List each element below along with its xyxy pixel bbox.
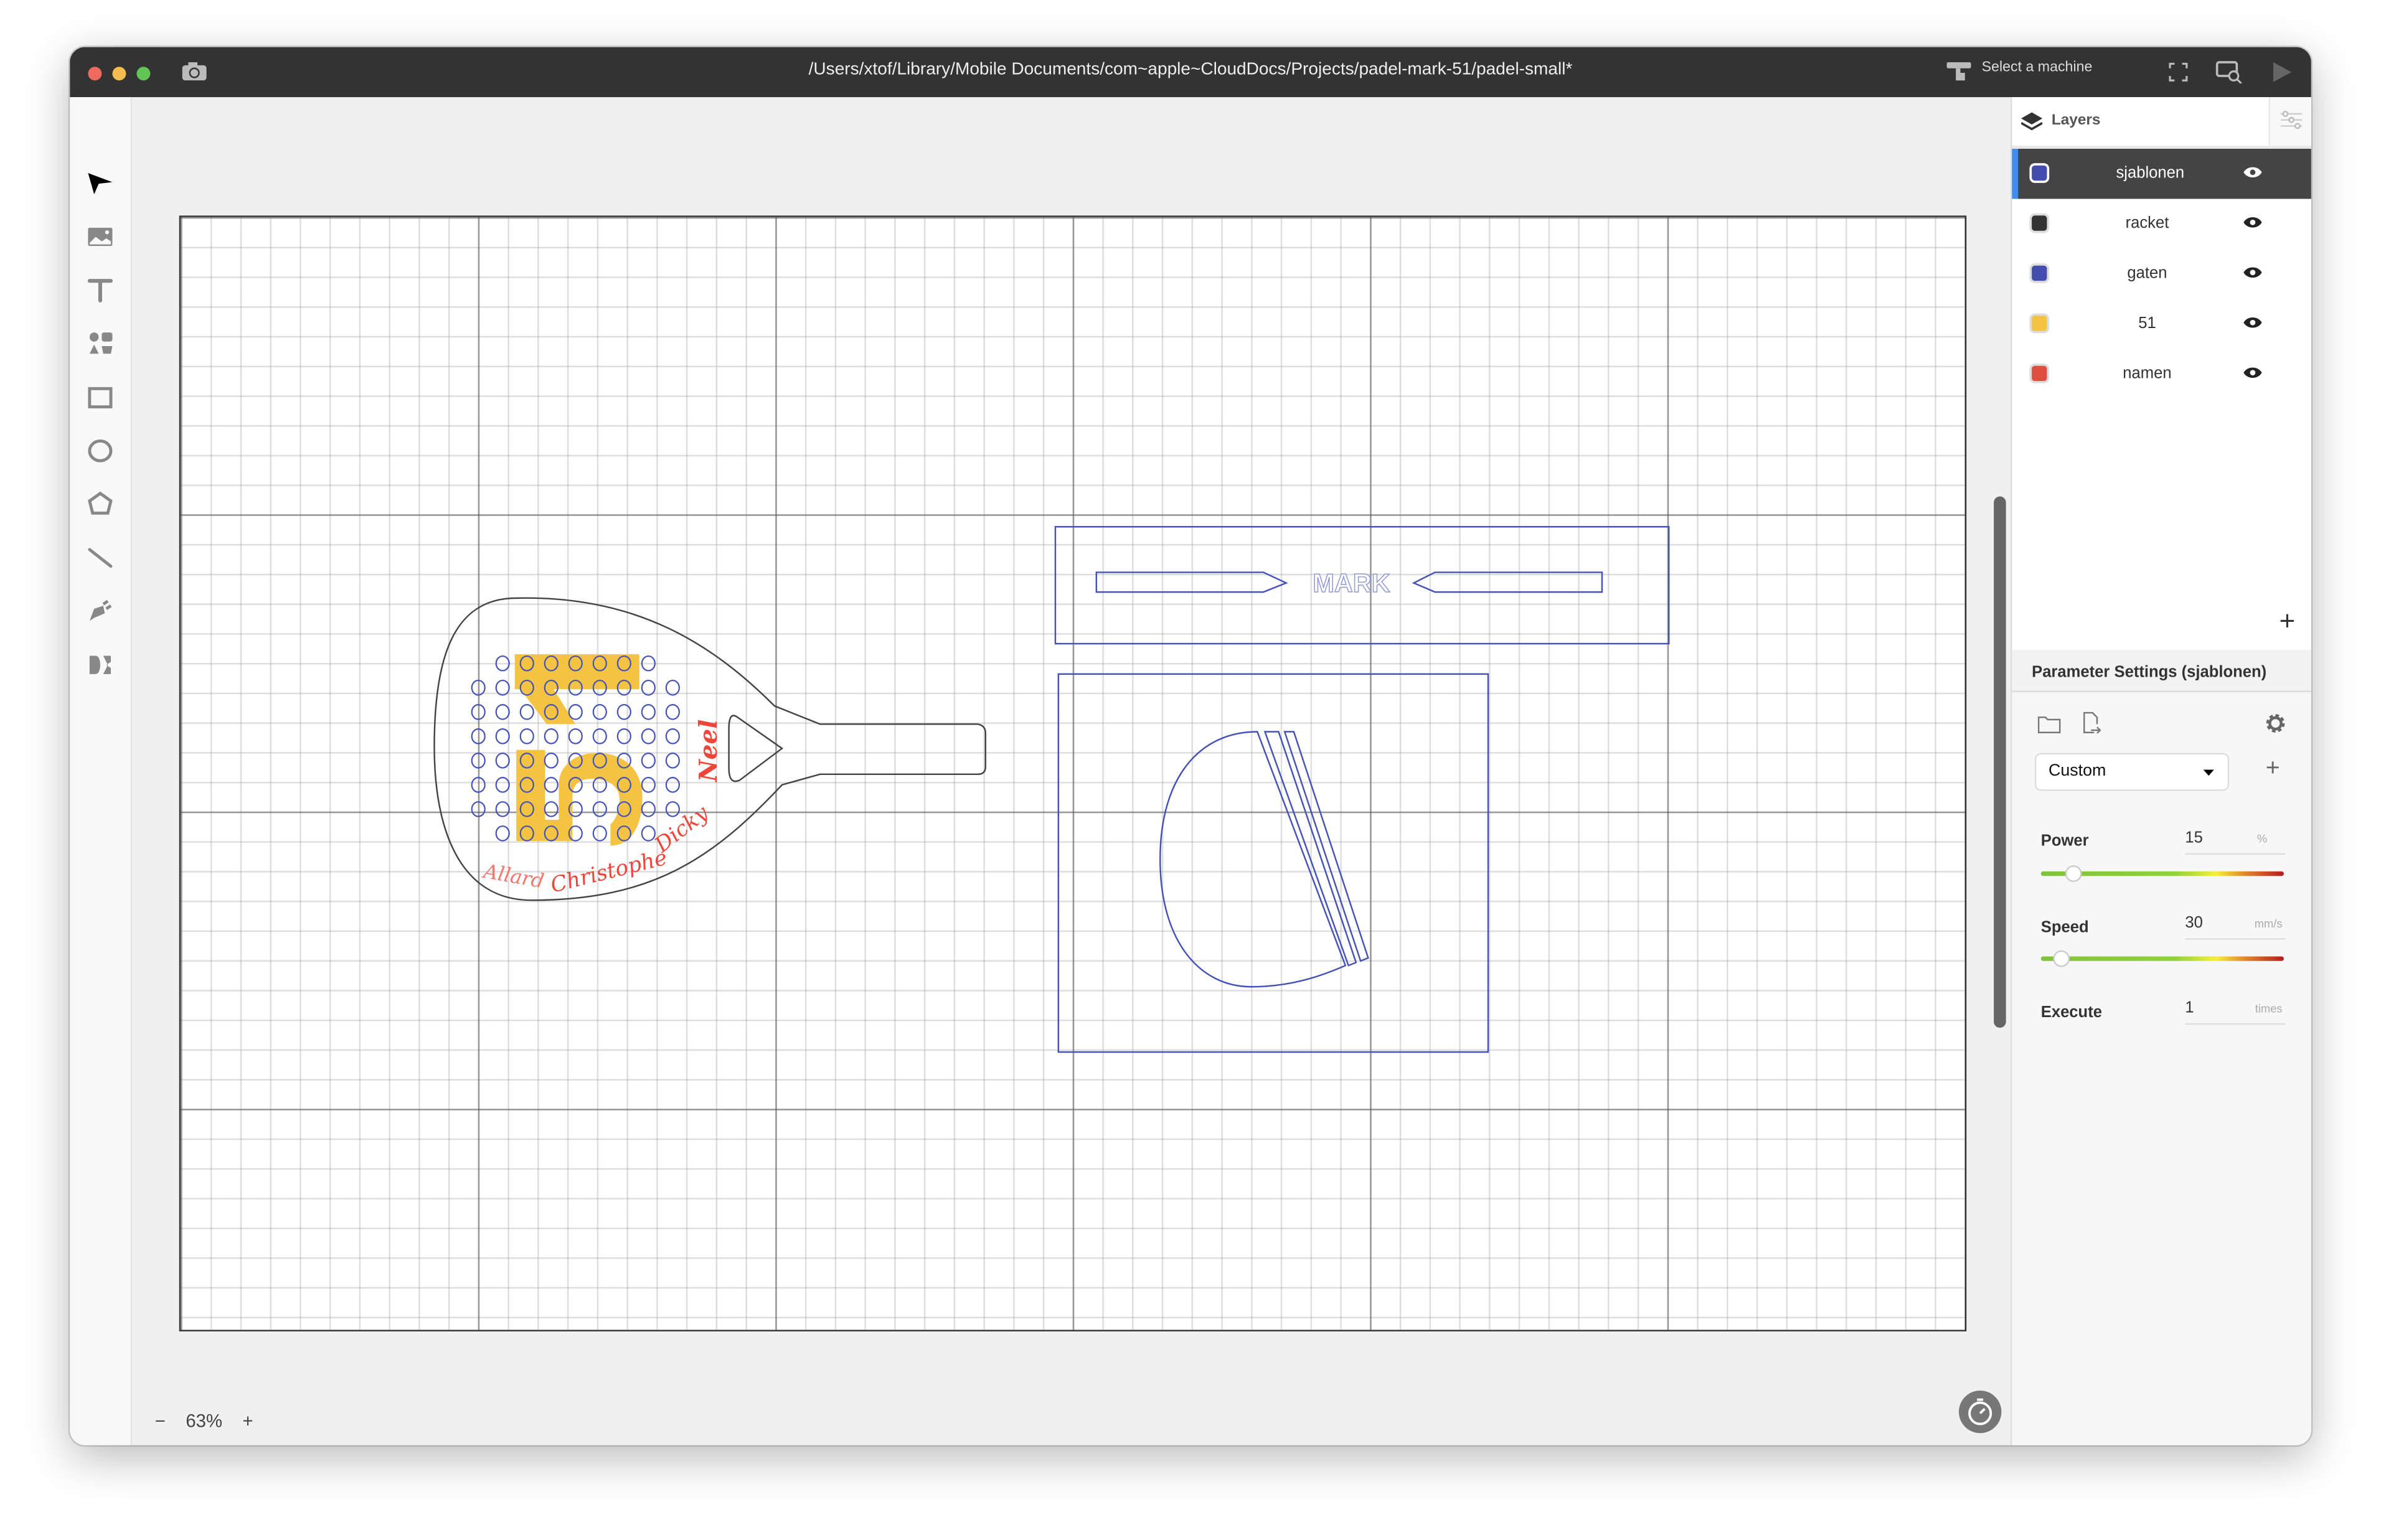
shapes-icon[interactable] <box>85 328 116 359</box>
parameter-settings: Parameter Settings (sjablonen) Custom + … <box>2012 649 2311 1445</box>
execute-value: 1 <box>2185 998 2194 1017</box>
layers-icon <box>2021 112 2043 131</box>
eye-icon[interactable] <box>2243 215 2263 229</box>
layer-name: gaten <box>2127 264 2167 283</box>
frame-preview-icon[interactable] <box>2215 61 2243 84</box>
execute-label: Execute <box>2040 1003 2102 1022</box>
image-icon[interactable] <box>85 222 116 252</box>
zoom-in-button[interactable]: + <box>243 1411 253 1432</box>
tool-sidebar <box>70 97 133 1445</box>
layer-name: namen <box>2123 364 2172 383</box>
gear-icon[interactable] <box>2264 712 2287 735</box>
title-bar: /Users/xtof/Library/Mobile Documents/com… <box>70 47 2311 98</box>
chevron-down-icon <box>2203 769 2214 776</box>
zoom-control: − 63% + <box>155 1411 268 1432</box>
layers-header: Layers <box>2012 97 2311 149</box>
timer-icon[interactable] <box>1959 1390 2002 1434</box>
power-slider[interactable] <box>2040 865 2284 882</box>
zoom-out-button[interactable]: − <box>155 1411 166 1432</box>
mirror-icon[interactable] <box>85 650 116 680</box>
rectangle-icon[interactable] <box>85 383 116 413</box>
sliders-icon <box>2281 111 2303 129</box>
folder-icon[interactable] <box>2037 715 2061 733</box>
zoom-level: 63% <box>186 1410 223 1432</box>
add-layer-button[interactable]: + <box>2280 606 2296 637</box>
power-value: 15 <box>2185 829 2203 847</box>
power-slider-thumb[interactable] <box>2065 865 2083 882</box>
layer-name: sjablonen <box>2116 164 2185 182</box>
vertical-scrollbar[interactable] <box>1994 496 2006 1028</box>
design-canvas[interactable] <box>179 215 1967 1331</box>
speed-input[interactable]: 30 mm/s <box>2185 914 2286 940</box>
power-label: Power <box>2040 832 2089 850</box>
speed-value: 30 <box>2185 914 2203 932</box>
layer-name: 51 <box>2138 314 2156 333</box>
execute-unit: times <box>2255 1002 2283 1016</box>
run-icon[interactable] <box>2273 62 2292 82</box>
add-preset-button[interactable]: + <box>2266 756 2280 784</box>
line-icon[interactable] <box>85 542 116 573</box>
right-panel: Layers sjablonen racket gaten 51 namen + Par… <box>2010 97 2311 1445</box>
parameter-settings-title: Parameter Settings (sjablonen) <box>2012 649 2311 693</box>
speed-label: Speed <box>2040 918 2089 937</box>
export-file-icon[interactable] <box>2082 711 2102 735</box>
select-machine-button[interactable]: Select a machine <box>1982 59 2093 76</box>
speed-unit: mm/s <box>2254 917 2283 931</box>
eye-icon[interactable] <box>2243 316 2263 329</box>
layer-list: sjablonen racket gaten 51 namen <box>2012 149 2311 399</box>
layer-row-namen[interactable]: namen <box>2012 349 2311 399</box>
polygon-icon[interactable] <box>85 489 116 519</box>
eye-icon[interactable] <box>2243 166 2263 179</box>
execute-input[interactable]: 1 times <box>2185 998 2286 1025</box>
text-icon[interactable] <box>85 275 116 305</box>
app-window: /Users/xtof/Library/Mobile Documents/com… <box>70 47 2311 1445</box>
eye-icon[interactable] <box>2243 266 2263 279</box>
layers-title: Layers <box>2051 112 2101 129</box>
machine-icon[interactable] <box>1946 62 1971 82</box>
speed-slider-thumb[interactable] <box>2053 950 2071 967</box>
preset-value: Custom <box>2048 762 2106 781</box>
layer-row-gaten[interactable]: gaten <box>2012 249 2311 299</box>
preset-select[interactable]: Custom <box>2034 753 2230 791</box>
fullscreen-icon[interactable] <box>2169 62 2189 82</box>
eye-icon[interactable] <box>2243 366 2263 380</box>
power-input[interactable]: 15% <box>2185 829 2286 855</box>
pen-icon[interactable] <box>85 595 116 626</box>
select-arrow-icon[interactable] <box>85 169 116 199</box>
layer-row-51[interactable]: 51 <box>2012 299 2311 349</box>
ellipse-icon[interactable] <box>85 436 116 466</box>
window-title: /Users/xtof/Library/Mobile Documents/com… <box>808 60 1573 79</box>
layer-name: racket <box>2125 214 2169 233</box>
power-unit: % <box>2256 832 2268 846</box>
speed-slider[interactable] <box>2040 950 2284 967</box>
layer-row-sjablonen[interactable]: sjablonen <box>2012 149 2311 199</box>
layer-settings-button[interactable] <box>2268 97 2311 146</box>
layer-row-racket[interactable]: racket <box>2012 199 2311 248</box>
